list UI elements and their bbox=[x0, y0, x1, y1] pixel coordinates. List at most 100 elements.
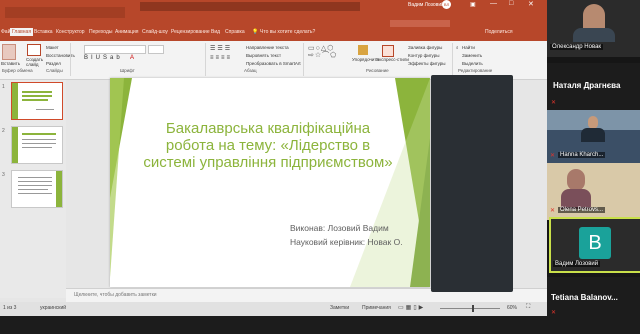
align-buttons[interactable]: ≡≡≡≡ bbox=[210, 55, 232, 61]
tab-slideshow[interactable]: Слайд-шоу bbox=[142, 29, 168, 35]
zoom-level[interactable]: 60% bbox=[507, 305, 517, 311]
shapes-gallery[interactable]: ▭○△⬡ ⇨☆⌒⬠ bbox=[308, 45, 350, 65]
group-drawing-label: Рисование bbox=[366, 68, 389, 73]
participant-name: Олександр Новак bbox=[550, 44, 604, 50]
tab-design[interactable]: Конструктор bbox=[56, 29, 85, 35]
arrange-button[interactable]: Упорядочить bbox=[352, 57, 379, 62]
doc-title-area bbox=[140, 2, 360, 11]
text-direction-button[interactable]: Направление текста bbox=[246, 45, 289, 50]
participant-name: Olena Petrovs... bbox=[558, 207, 606, 213]
slide-canvas[interactable]: Бакалаврська кваліфікаційна робота на те… bbox=[110, 78, 430, 287]
ribbon-display-icon[interactable]: ▣ bbox=[470, 1, 476, 8]
participant-name: Наталя Драгнєва bbox=[553, 81, 621, 90]
slide-decoration bbox=[110, 78, 430, 287]
close-icon[interactable]: ✕ bbox=[528, 0, 534, 8]
paste-icon[interactable] bbox=[2, 44, 16, 60]
tab-animations[interactable]: Анимация bbox=[115, 29, 138, 35]
user-name[interactable]: Вадим Лозовий bbox=[408, 2, 444, 8]
tab-help[interactable]: Справка bbox=[225, 29, 245, 35]
fit-to-window-icon[interactable]: ⛶ bbox=[526, 304, 530, 311]
select-button[interactable]: Выделить bbox=[462, 61, 483, 66]
replace-button[interactable]: Заменить bbox=[462, 53, 482, 58]
thumbnail-number: 1 bbox=[2, 84, 5, 90]
muted-mic-icon: ✕ bbox=[551, 310, 557, 316]
slide-author[interactable]: Виконав: Лозовий Вадим bbox=[290, 223, 389, 233]
maximize-icon[interactable]: □ bbox=[509, 0, 513, 7]
thumbnail-number: 3 bbox=[2, 172, 5, 178]
group-slides-label: Слайды bbox=[46, 68, 63, 73]
participant-photo bbox=[567, 169, 585, 191]
notes-placeholder: Щелкните, чтобы добавить заметки bbox=[74, 292, 157, 298]
participant-name: Hanna Kharch... bbox=[558, 152, 606, 158]
layout-button[interactable]: Макет bbox=[46, 45, 59, 50]
quick-styles-button[interactable]: Экспресс-стили bbox=[376, 57, 409, 62]
minimize-icon[interactable]: — bbox=[490, 0, 497, 7]
zoom-slider-thumb[interactable] bbox=[472, 305, 474, 312]
screen-share-overlay bbox=[431, 75, 513, 292]
font-name-select[interactable] bbox=[84, 45, 146, 54]
group-clipboard-label: Буфер обмена bbox=[2, 68, 33, 73]
shape-fill-button[interactable]: Заливка фигуры bbox=[408, 45, 442, 50]
notes-button[interactable]: Заметки bbox=[330, 305, 349, 311]
muted-mic-icon: ✕ bbox=[550, 153, 556, 159]
slide-title[interactable]: Бакалаврська кваліфікаційна робота на те… bbox=[140, 120, 396, 171]
slide-thumbnail-pane: 1 2 3 bbox=[0, 80, 66, 298]
group-editing-label: Редактирование bbox=[458, 68, 493, 73]
slide-thumbnail-3[interactable] bbox=[11, 170, 63, 208]
shape-effects-button[interactable]: Эффекты фигуры bbox=[408, 61, 446, 66]
quick-access-toolbar[interactable] bbox=[5, 7, 125, 18]
new-slide-button[interactable]: Создать слайд bbox=[26, 57, 43, 67]
tell-me-input[interactable]: Что вы хотите сделать? bbox=[260, 29, 315, 35]
section-button[interactable]: Раздел bbox=[46, 61, 61, 66]
ribbon-tabs: Файл Главная Вставка Конструктор Переход… bbox=[0, 28, 547, 41]
slide-thumbnail-1[interactable] bbox=[11, 82, 63, 120]
participant-photo bbox=[561, 189, 591, 209]
lightbulb-icon: 💡 bbox=[252, 29, 259, 35]
tab-home[interactable]: Главная bbox=[10, 28, 34, 36]
powerpoint-window: Вадим Лозовий ВЛ ▣ — □ ✕ Файл Главная Вс… bbox=[0, 0, 547, 316]
language-indicator[interactable]: украинский bbox=[40, 305, 66, 311]
group-paragraph-label: Абзац bbox=[244, 68, 257, 73]
thumbnail-number: 2 bbox=[2, 128, 5, 134]
slide-advisor[interactable]: Науковий керівник: Новак О. bbox=[290, 237, 403, 247]
tab-view[interactable]: Вид bbox=[211, 29, 220, 35]
slide-thumbnail-2[interactable] bbox=[11, 126, 63, 164]
zoom-slider[interactable] bbox=[440, 308, 500, 309]
participants-panel: Олександр Новак Наталя Драгнєва ✕ ✕ Hann… bbox=[547, 0, 640, 334]
muted-mic-icon: ✕ bbox=[551, 100, 557, 106]
tab-transitions[interactable]: Переходы bbox=[89, 29, 112, 35]
muted-mic-icon: ✕ bbox=[550, 208, 556, 214]
slide-counter: 1 из 3 bbox=[3, 305, 17, 311]
search-box[interactable] bbox=[390, 20, 450, 27]
tab-review[interactable]: Рецензирование bbox=[171, 29, 210, 35]
paste-button[interactable]: Вставить bbox=[1, 61, 20, 66]
tab-insert[interactable]: Вставка bbox=[34, 29, 53, 35]
participant-tile-5-active[interactable]: В Вадим Лозовий bbox=[549, 217, 640, 273]
find-icon[interactable]: ⌕ bbox=[456, 45, 459, 50]
participant-photo bbox=[581, 128, 605, 142]
font-format-buttons[interactable]: BIUSab bbox=[84, 55, 123, 61]
participant-name: Tetiana Balanov... bbox=[551, 293, 618, 302]
participant-tile-4[interactable]: ✕ Olena Petrovs... bbox=[547, 163, 640, 220]
font-color-icon[interactable]: A bbox=[130, 55, 134, 61]
align-text-button[interactable]: Выровнять текст bbox=[246, 53, 281, 58]
title-bar: Вадим Лозовий ВЛ ▣ — □ ✕ bbox=[0, 0, 547, 28]
status-bar: 1 из 3 украинский Заметки Примечания ▭▦▯… bbox=[0, 302, 547, 316]
participant-tile-1[interactable]: Олександр Новак bbox=[547, 0, 640, 57]
shape-outline-button[interactable]: Контур фигуры bbox=[408, 53, 439, 58]
find-button[interactable]: Найти bbox=[462, 45, 475, 50]
share-button[interactable]: Поделиться bbox=[485, 29, 513, 35]
participant-tile-6[interactable]: Tetiana Balanov... ✕ bbox=[547, 277, 640, 334]
participant-photo bbox=[573, 28, 615, 42]
new-slide-icon[interactable] bbox=[27, 44, 41, 56]
view-buttons[interactable]: ▭▦▯▶ bbox=[398, 304, 425, 311]
quick-styles-icon[interactable] bbox=[382, 45, 394, 57]
comments-button[interactable]: Примечания bbox=[362, 305, 391, 311]
font-size-select[interactable] bbox=[148, 45, 164, 54]
participant-name: Вадим Лозовий bbox=[553, 261, 601, 267]
arrange-icon[interactable] bbox=[358, 45, 368, 55]
list-buttons[interactable]: ☰☰☰ bbox=[210, 45, 232, 52]
convert-smartart-button[interactable]: Преобразовать в SmartArt bbox=[246, 61, 301, 66]
user-avatar[interactable]: ВЛ bbox=[442, 0, 451, 9]
participant-tile-3[interactable]: ✕ Hanna Kharch... bbox=[547, 110, 640, 167]
